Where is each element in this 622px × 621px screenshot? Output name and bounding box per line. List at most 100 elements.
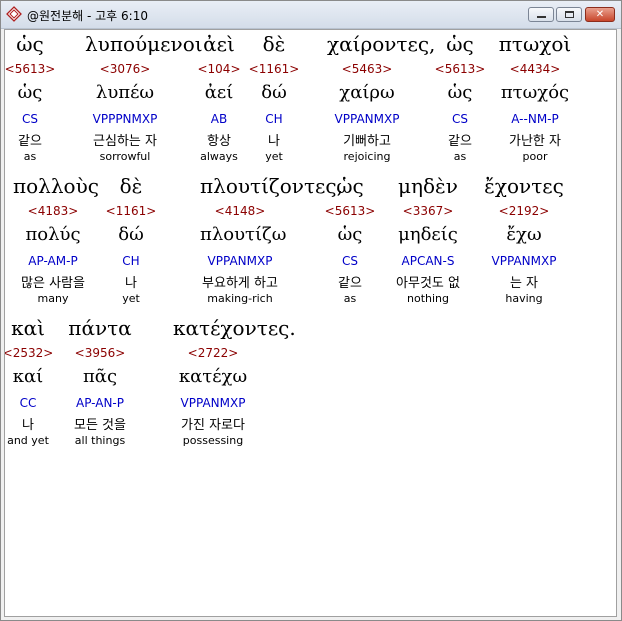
korean-gloss: 는 자 bbox=[509, 276, 539, 291]
morphology-code: A--NM-P bbox=[511, 112, 559, 126]
korean-gloss: 나 bbox=[125, 276, 137, 291]
korean-gloss: 부요하게 하고 bbox=[202, 276, 278, 291]
greek-word: ὡς bbox=[336, 174, 364, 198]
english-gloss: having bbox=[505, 292, 543, 305]
greek-word: δὲ bbox=[262, 32, 286, 56]
lemma: λυπέω bbox=[95, 82, 155, 103]
english-gloss: as bbox=[453, 150, 467, 163]
strong-number[interactable]: <2722> bbox=[173, 346, 253, 360]
morphology-code: AP-AN-P bbox=[76, 396, 124, 410]
greek-word: δὲ bbox=[119, 174, 143, 198]
strong-number[interactable]: <1161> bbox=[234, 62, 314, 76]
close-icon: ✕ bbox=[595, 9, 605, 20]
window-title: @원전분해 - 고후 6:10 bbox=[27, 9, 148, 23]
morphology-code: CS bbox=[22, 112, 38, 126]
morphology-code: CC bbox=[19, 396, 37, 410]
lemma: πτωχός bbox=[500, 82, 570, 103]
lemma: δώ bbox=[261, 82, 287, 103]
greek-word: μηδὲν bbox=[398, 174, 458, 198]
lemma: καί bbox=[12, 366, 44, 387]
lemma: πλουτίζω bbox=[200, 224, 287, 245]
english-gloss: rejoicing bbox=[343, 150, 391, 163]
english-gloss: possessing bbox=[182, 434, 244, 447]
strong-number[interactable]: <4183> bbox=[13, 204, 93, 218]
close-button[interactable]: ✕ bbox=[585, 7, 615, 22]
lemma: πολύς bbox=[25, 224, 81, 245]
analysis-panel: ὡς <5613> ὡς CS 같으 as λυπούμενοι <3076> λυπέω VPP… bbox=[4, 29, 617, 617]
english-gloss: nothing bbox=[407, 292, 449, 305]
english-gloss: many bbox=[37, 292, 69, 305]
lemma: χαίρω bbox=[339, 82, 395, 103]
morphology-code: AP-AM-P bbox=[28, 254, 78, 268]
strong-number[interactable]: <3076> bbox=[85, 62, 165, 76]
strong-number[interactable]: <5463> bbox=[327, 62, 407, 76]
morphology-code: CS bbox=[342, 254, 358, 268]
greek-word: πτωχοὶ bbox=[498, 32, 572, 56]
korean-gloss: 모든 것을 bbox=[74, 418, 126, 433]
strong-number[interactable]: <5613> bbox=[420, 62, 500, 76]
korean-gloss: 아무것도 없 bbox=[396, 276, 460, 291]
english-gloss: sorrowful bbox=[99, 150, 151, 163]
strong-number[interactable]: <2192> bbox=[484, 204, 564, 218]
korean-gloss: 같으 bbox=[338, 276, 362, 291]
strong-number[interactable]: <3367> bbox=[388, 204, 468, 218]
greek-word: καὶ bbox=[11, 316, 45, 340]
english-gloss: all things bbox=[74, 434, 126, 447]
greek-word: ἔχοντες bbox=[484, 174, 564, 198]
korean-gloss: 가진 자로다 bbox=[181, 418, 245, 433]
morphology-code: VPPANMXP bbox=[491, 254, 557, 268]
morphology-code: CH bbox=[265, 112, 283, 126]
english-gloss: as bbox=[23, 150, 37, 163]
english-gloss: yet bbox=[265, 150, 283, 163]
morphology-code: VPPANMXP bbox=[207, 254, 273, 268]
korean-gloss: 나 bbox=[268, 134, 280, 149]
strong-number[interactable]: <4148> bbox=[200, 204, 280, 218]
korean-gloss: 기뻐하고 bbox=[343, 134, 391, 149]
morphology-code: VPPPNMXP bbox=[92, 112, 158, 126]
greek-word: λυπούμενοι bbox=[85, 32, 203, 56]
title-bar[interactable]: @원전분해 - 고후 6:10 ✕ bbox=[1, 1, 621, 29]
lemma: κατέχω bbox=[178, 366, 248, 387]
korean-gloss: 같으 bbox=[448, 134, 472, 149]
lemma: ἔχω bbox=[506, 224, 542, 245]
lemma: ὡς bbox=[17, 82, 43, 103]
strong-number[interactable]: <3956> bbox=[60, 346, 140, 360]
lemma: ὡς bbox=[337, 224, 363, 245]
greek-word: πολλοὺς bbox=[13, 174, 99, 198]
bible-app-icon bbox=[6, 6, 22, 22]
maximize-icon bbox=[565, 11, 574, 18]
maximize-button[interactable] bbox=[556, 7, 582, 22]
english-gloss: yet bbox=[122, 292, 140, 305]
morphology-code: CH bbox=[122, 254, 140, 268]
lemma: πᾶς bbox=[82, 366, 118, 387]
korean-gloss: 많은 사람을 bbox=[21, 276, 85, 291]
app-window: @원전분해 - 고후 6:10 ✕ ὡς <5613> ὡς CS 같으 as λυπούμ… bbox=[0, 0, 622, 621]
strong-number[interactable]: <4434> bbox=[495, 62, 575, 76]
lemma: ὡς bbox=[447, 82, 473, 103]
english-gloss: poor bbox=[522, 150, 548, 163]
strong-number[interactable]: <1161> bbox=[91, 204, 171, 218]
morphology-code: VPPANMXP bbox=[180, 396, 246, 410]
korean-gloss: 같으 bbox=[18, 134, 42, 149]
english-gloss: as bbox=[343, 292, 357, 305]
english-gloss: and yet bbox=[7, 434, 49, 447]
morphology-code: VPPANMXP bbox=[334, 112, 400, 126]
korean-gloss: 나 bbox=[22, 418, 34, 433]
english-gloss: making-rich bbox=[207, 292, 273, 305]
greek-word: ὡς bbox=[16, 32, 44, 56]
greek-word: πλουτίζοντες, bbox=[200, 174, 343, 198]
lemma: μηδείς bbox=[398, 224, 458, 245]
strong-number[interactable]: <5613> bbox=[310, 204, 390, 218]
strong-number[interactable]: <5613> bbox=[5, 62, 70, 76]
greek-word: πάντα bbox=[68, 316, 132, 340]
korean-gloss: 가난한 자 bbox=[509, 134, 561, 149]
greek-word: ὡς bbox=[446, 32, 474, 56]
minimize-icon bbox=[537, 16, 546, 18]
lemma: δώ bbox=[118, 224, 144, 245]
morphology-code: APCAN-S bbox=[401, 254, 455, 268]
korean-gloss: 근심하는 자 bbox=[93, 134, 157, 149]
greek-word: κατέχοντες. bbox=[173, 316, 296, 340]
greek-word: χαίροντες, bbox=[327, 32, 436, 56]
minimize-button[interactable] bbox=[528, 7, 554, 22]
strong-number[interactable]: <2532> bbox=[5, 346, 68, 360]
